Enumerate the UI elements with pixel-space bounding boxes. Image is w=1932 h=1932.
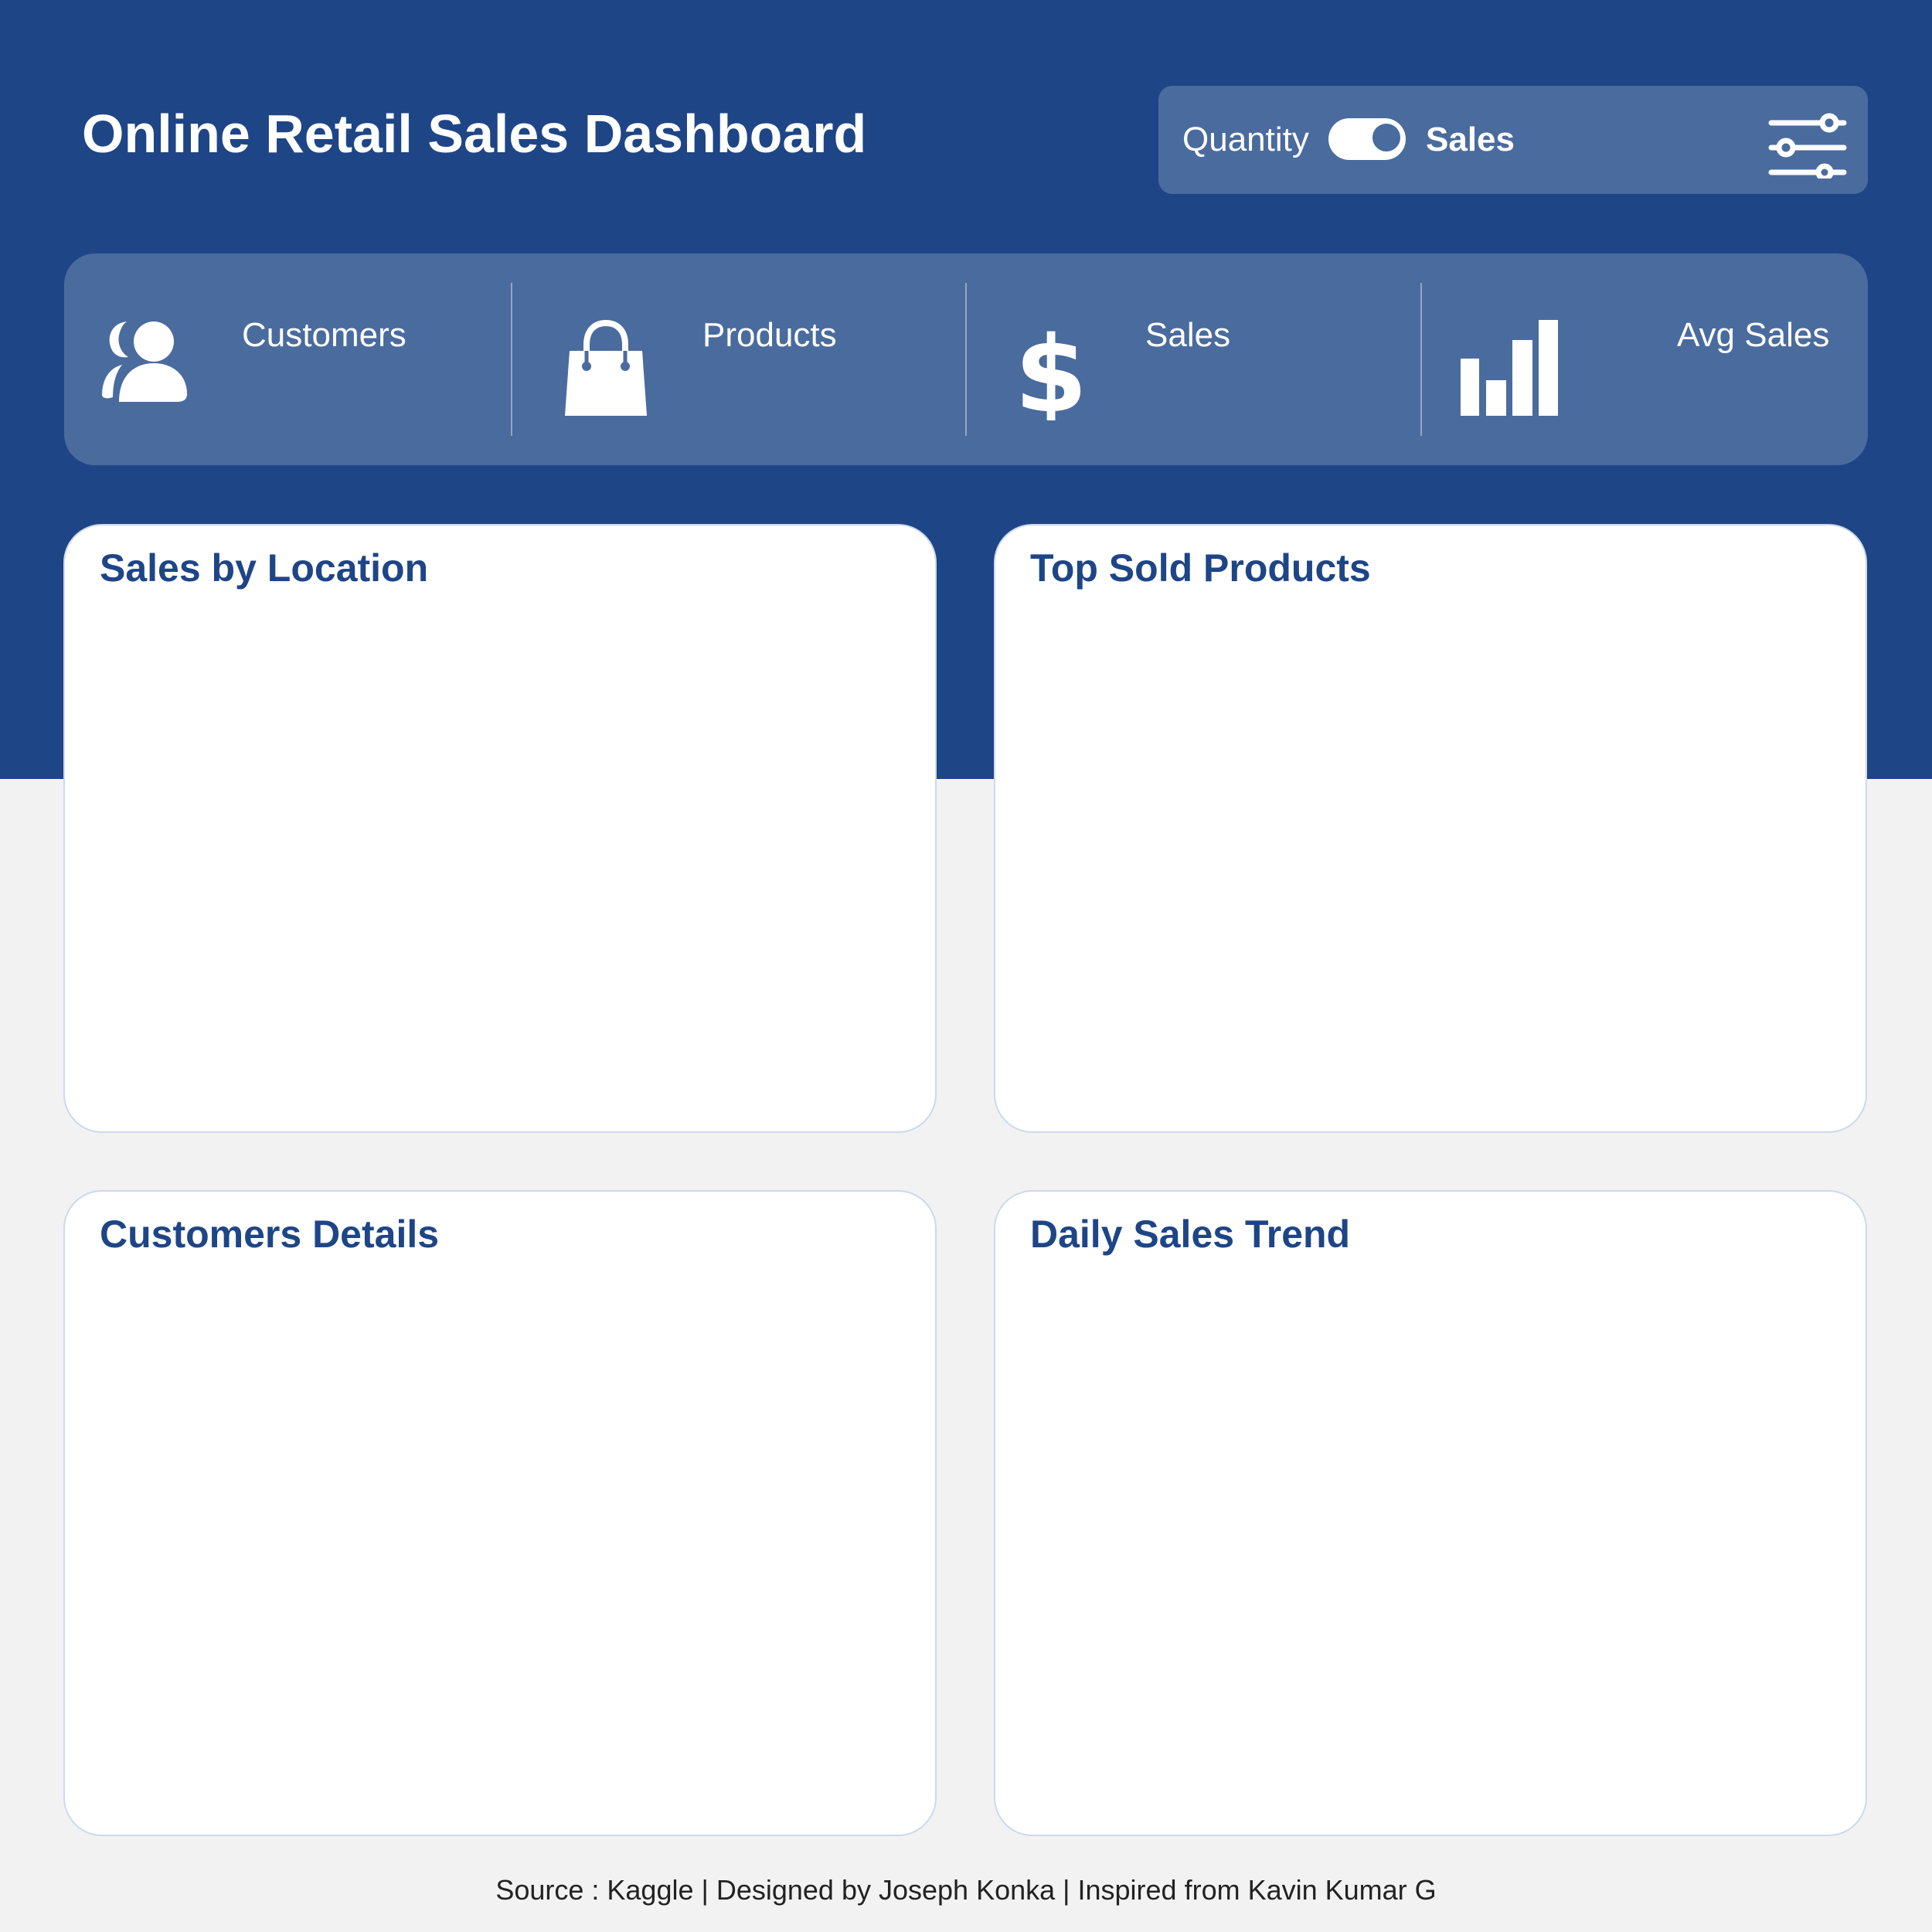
card-title: Top Sold Products <box>1030 546 1371 590</box>
shopping-bag-icon <box>565 320 647 416</box>
sliders-icon <box>1768 113 1847 182</box>
quantity-sales-toggle[interactable] <box>1328 118 1406 160</box>
users-icon <box>102 321 187 402</box>
kpi-bar: Customers Products $ Sales Avg Sales <box>64 253 1868 465</box>
card-title: Daily Sales Trend <box>1030 1213 1351 1256</box>
bar-chart-icon <box>1461 320 1558 416</box>
filter-button[interactable] <box>1767 101 1848 182</box>
kpi-customers[interactable]: Customers <box>64 253 520 465</box>
kpi-avg-sales-label: Avg Sales <box>1677 316 1830 354</box>
toggle-quantity-label[interactable]: Quantity <box>1182 117 1309 163</box>
footer-credits: Source : Kaggle | Designed by Joseph Kon… <box>495 1874 1437 1906</box>
kpi-customers-label: Customers <box>242 316 406 354</box>
card-top-sold-products: Top Sold Products <box>994 524 1867 1133</box>
kpi-products-label: Products <box>702 316 837 354</box>
kpi-sales[interactable]: $ Sales <box>974 253 1430 465</box>
kpi-products[interactable]: Products <box>519 253 975 465</box>
control-panel: Quantity Sales <box>1158 86 1868 194</box>
kpi-divider <box>965 283 967 436</box>
page-title: Online Retail Sales Dashboard <box>82 104 867 164</box>
card-customers-details: Customers Details <box>63 1190 937 1836</box>
kpi-avg-sales[interactable]: Avg Sales <box>1428 253 1884 465</box>
svg-text:$: $ <box>1020 320 1082 420</box>
kpi-sales-label: Sales <box>1145 316 1231 354</box>
toggle-sales-label[interactable]: Sales <box>1426 117 1515 163</box>
card-title: Customers Details <box>100 1213 440 1256</box>
card-title: Sales by Location <box>100 546 429 590</box>
card-sales-by-location: Sales by Location <box>63 524 937 1133</box>
dollar-icon: $ <box>1020 320 1082 420</box>
card-daily-sales-trend: Daily Sales Trend <box>994 1190 1867 1836</box>
kpi-divider <box>511 283 512 436</box>
kpi-divider <box>1420 283 1422 436</box>
toggle-knob <box>1372 124 1400 151</box>
